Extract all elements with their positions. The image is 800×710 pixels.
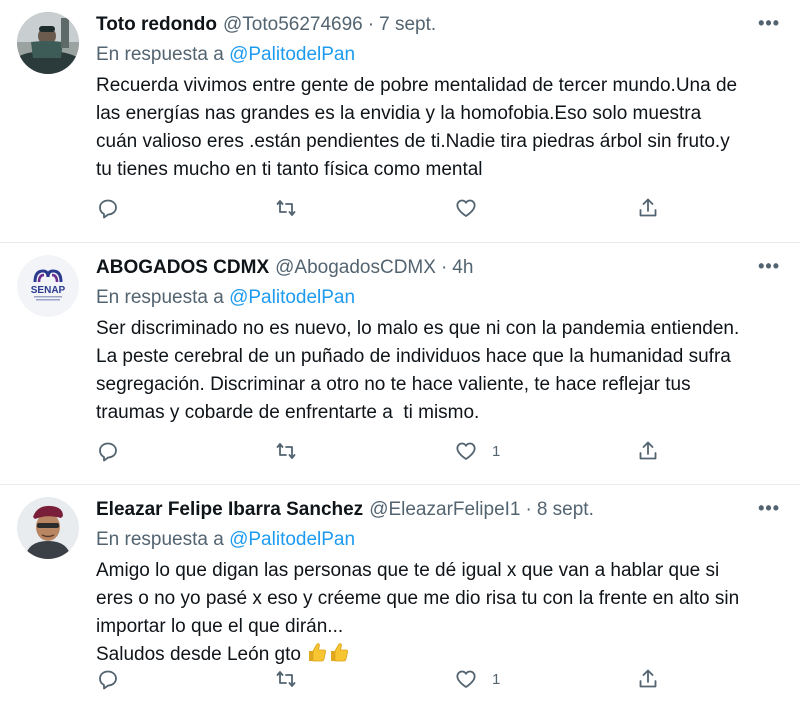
thumbs-up-emoji [331,643,349,662]
tweet[interactable]: SENAP ABOGADOS CDMX @AbogadosCDMX · 4h •… [0,243,800,485]
retweet-button[interactable] [274,439,298,463]
retweet-icon [276,671,296,687]
display-name[interactable]: Eleazar Felipe Ibarra Sanchez [96,497,363,523]
more-icon[interactable]: ••• [758,14,780,32]
reply-icon [99,199,117,219]
senap-logo: SENAP [17,255,79,317]
reply-button[interactable] [96,667,120,691]
reply-context: En respuesta a @PalitodelPan [96,42,780,68]
reply-icon [99,442,117,462]
like-icon [456,199,476,217]
like-icon [456,442,476,460]
display-name[interactable]: Toto redondo [96,12,217,38]
like-count: 1 [492,670,501,688]
reply-context: En respuesta a @PalitodelPan [96,285,780,311]
separator: · [440,257,448,278]
share-icon [639,669,657,688]
tweet-text: Recuerda vivimos entre gente de pobre me… [96,75,738,180]
user-handle[interactable]: @EleazarFelipeI1 [369,497,520,523]
reply-prefix: En respuesta a [96,44,230,65]
tweet[interactable]: Eleazar Felipe Ibarra Sanchez @EleazarFe… [0,485,800,710]
tweet-content: ABOGADOS CDMX @AbogadosCDMX · 4h ••• En … [96,255,780,427]
retweet-button[interactable] [274,667,298,691]
tweet-content: Eleazar Felipe Ibarra Sanchez @EleazarFe… [96,497,780,669]
tweet-header: Eleazar Felipe Ibarra Sanchez @EleazarFe… [96,497,780,523]
share-icon [639,198,657,217]
tweet-actions [96,196,676,226]
share-icon [639,441,657,460]
share-button[interactable] [636,667,660,691]
share-button[interactable] [636,439,660,463]
like-count: 1 [492,442,501,460]
separator: · [367,14,375,35]
thumbs-up-emoji [309,643,327,662]
like-button[interactable] [454,196,492,220]
retweet-icon [276,200,296,216]
user-handle[interactable]: @AbogadosCDMX [275,255,436,281]
display-name[interactable]: ABOGADOS CDMX [96,255,269,281]
tweet-text: Amigo lo que digan las personas que te d… [96,557,780,669]
reply-mention-link[interactable]: @PalitodelPan [229,44,355,65]
share-button[interactable] [636,196,660,220]
tweet-text: Ser discriminado no es nuevo, lo malo es… [96,318,740,423]
retweet-button[interactable] [274,196,298,220]
avatar-image [17,497,79,559]
tweet-content: Toto redondo @Toto56274696 · 7 sept. •••… [96,12,780,184]
avatar[interactable] [17,12,79,74]
like-icon [456,670,476,688]
reply-mention-link[interactable]: @PalitodelPan [229,287,355,308]
tweet-actions: 1 [96,439,676,469]
tweet-feed: Toto redondo @Toto56274696 · 7 sept. •••… [0,0,800,710]
timestamp[interactable]: 8 sept. [537,497,594,523]
reply-button[interactable] [96,439,120,463]
separator: · [525,499,532,520]
reply-button[interactable] [96,196,120,220]
senap-logo-text: SENAP [31,285,66,296]
reply-mention-link[interactable]: @PalitodelPan [229,529,355,550]
like-button[interactable]: 1 [454,667,500,691]
tweet-text-body: Amigo lo que digan las personas que te d… [96,560,740,665]
avatar-image [17,12,79,74]
tweet-actions: 1 [96,667,676,697]
avatar[interactable]: SENAP [17,255,79,317]
more-icon[interactable]: ••• [758,499,780,517]
tweet[interactable]: Toto redondo @Toto56274696 · 7 sept. •••… [0,0,800,243]
reply-icon [99,670,117,690]
avatar[interactable] [17,497,79,559]
reply-prefix: En respuesta a [96,287,230,308]
tweet-header: ABOGADOS CDMX @AbogadosCDMX · 4h [96,255,780,281]
reply-prefix: En respuesta a [96,529,230,550]
tweet-header: Toto redondo @Toto56274696 · 7 sept. [96,12,780,38]
retweet-icon [276,443,296,459]
like-button[interactable]: 1 [454,439,500,463]
user-handle[interactable]: @Toto56274696 [223,12,363,38]
reply-context: En respuesta a @PalitodelPan [96,527,780,553]
more-icon[interactable]: ••• [758,257,780,275]
timestamp[interactable]: 7 sept. [379,12,436,38]
timestamp[interactable]: 4h [452,255,473,281]
